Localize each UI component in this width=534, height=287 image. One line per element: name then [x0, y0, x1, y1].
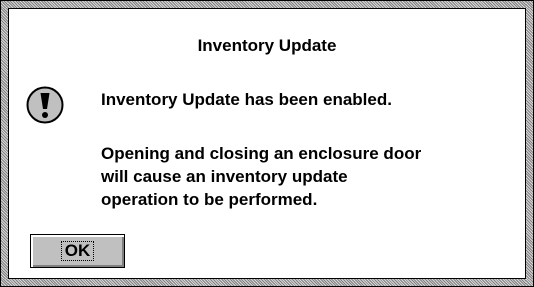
ok-button-label: OK	[60, 241, 95, 261]
dialog-title: Inventory Update	[197, 36, 337, 55]
message-paragraph: Opening and closing an enclosure door wi…	[101, 142, 421, 211]
exclamation-icon	[26, 86, 64, 124]
message-paragraph-line: Opening and closing an enclosure door	[101, 144, 422, 163]
message-paragraph-line: will cause an inventory update	[101, 167, 348, 186]
message-line: Inventory Update has been enabled.	[101, 90, 392, 109]
message-paragraph-line: operation to be performed.	[101, 190, 318, 209]
ok-button[interactable]: OK	[30, 234, 125, 268]
